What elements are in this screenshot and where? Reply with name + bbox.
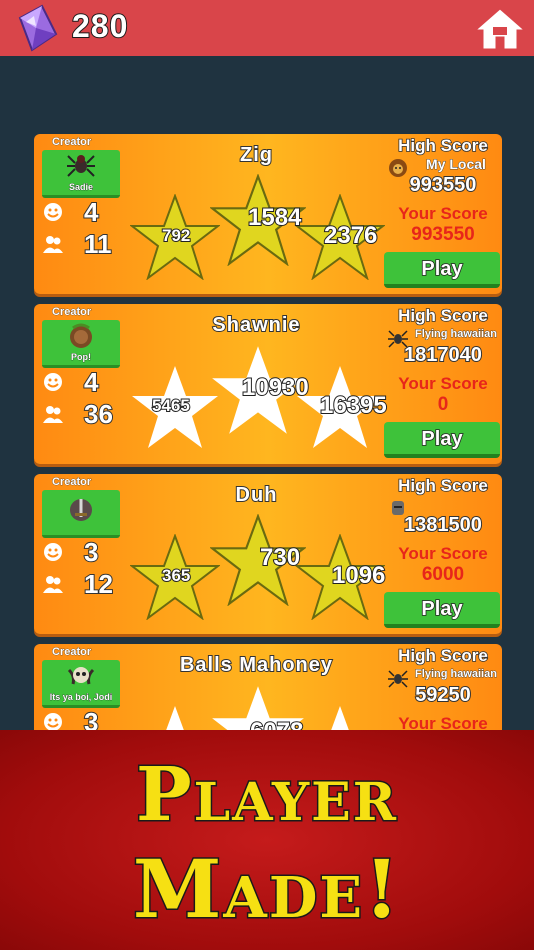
smiley-icon bbox=[44, 203, 62, 221]
coconut-avatar-icon bbox=[70, 323, 92, 348]
high-score-label: High Score bbox=[397, 475, 488, 496]
score-panel: High Score Flying hawaiian 59250 Your Sc… bbox=[384, 644, 502, 736]
plays-count: 12 bbox=[83, 568, 114, 600]
promo-banner: Player Made! bbox=[0, 730, 534, 950]
players-icon bbox=[43, 406, 63, 423]
creator-label: Creator bbox=[52, 476, 92, 489]
high-score-value: 1381500 bbox=[403, 513, 483, 537]
star-2-score: 10930 bbox=[241, 373, 310, 402]
banner-line-2: Made! bbox=[131, 841, 402, 938]
creator-avatar[interactable]: Pop! bbox=[42, 320, 120, 368]
plays-count: 36 bbox=[83, 398, 114, 430]
players-icon bbox=[43, 576, 63, 593]
star-2-score: 1584 bbox=[247, 203, 302, 232]
creator-label: Creator bbox=[52, 306, 92, 319]
gem-icon bbox=[18, 4, 58, 52]
sword-avatar-icon bbox=[70, 499, 92, 521]
smiley-icon bbox=[44, 543, 62, 561]
likes-row: 4 bbox=[42, 196, 100, 228]
star-1-score: 5465 bbox=[151, 395, 191, 416]
likes-count: 3 bbox=[83, 536, 100, 568]
high-score-label: High Score bbox=[397, 305, 488, 326]
high-score-label: High Score bbox=[397, 645, 488, 666]
your-score-label: Your Score bbox=[398, 204, 488, 223]
creator-name: Pop! bbox=[71, 352, 92, 363]
high-score-holder: Flying hawaiian bbox=[415, 328, 498, 341]
home-icon[interactable] bbox=[472, 6, 528, 52]
play-button[interactable]: Play bbox=[384, 422, 500, 458]
your-score-value: 0 bbox=[437, 394, 449, 415]
players-icon bbox=[43, 236, 63, 253]
likes-row: 4 bbox=[42, 366, 100, 398]
creator-avatar[interactable]: Sadie bbox=[42, 150, 120, 198]
high-score-value: 1817040 bbox=[403, 343, 483, 367]
gem-count: 280 bbox=[71, 7, 129, 45]
creator-label: Creator bbox=[52, 136, 92, 149]
your-score-label: Your Score bbox=[398, 544, 488, 563]
plays-row: 11 bbox=[42, 228, 112, 260]
star-2-score: 730 bbox=[259, 543, 301, 572]
plays-row: 12 bbox=[42, 568, 114, 600]
banner-line-1: Player bbox=[135, 751, 398, 840]
likes-count: 4 bbox=[83, 366, 100, 398]
score-panel: High Score Flying hawaiian 1817040 Your … bbox=[384, 304, 502, 464]
likes-row: 3 bbox=[42, 536, 100, 568]
likes-count: 4 bbox=[83, 196, 100, 228]
level-title: Zig bbox=[239, 143, 273, 167]
your-score-value: 6000 bbox=[421, 564, 465, 585]
star-thresholds: 365 730 1096 bbox=[130, 514, 386, 624]
level-card: Creator Pop! 4 36 Shawnie 5465 10930 163… bbox=[34, 304, 502, 464]
star-thresholds: 5465 10930 16395 bbox=[130, 344, 388, 454]
high-score-value: 59250 bbox=[414, 683, 472, 707]
top-bar: 280 bbox=[0, 0, 534, 56]
creator-avatar[interactable] bbox=[42, 490, 120, 538]
smiley-icon bbox=[44, 373, 62, 391]
level-card: Creator Sadie 4 11 Zig 792 1584 2376 Hig… bbox=[34, 134, 502, 294]
level-title: Shawnie bbox=[211, 313, 301, 337]
score-panel: High Score My Local 993550 Your Score 99… bbox=[384, 134, 502, 294]
star-3-score: 2376 bbox=[323, 221, 378, 250]
star-3-score: 16395 bbox=[319, 391, 388, 420]
star-thresholds: 792 1584 2376 bbox=[130, 174, 385, 284]
creator-avatar[interactable]: Its ya boi, Jodi bbox=[42, 660, 120, 708]
level-list[interactable]: Creator Sadie 4 11 Zig 792 1584 2376 Hig… bbox=[0, 56, 534, 736]
plays-row: 36 bbox=[42, 398, 114, 430]
spider-avatar-icon bbox=[67, 155, 95, 177]
high-score-holder: My Local bbox=[426, 156, 487, 172]
level-title: Balls Mahoney bbox=[179, 653, 334, 677]
creator-name: Its ya boi, Jodi bbox=[49, 692, 113, 703]
your-score-label: Your Score bbox=[398, 374, 488, 393]
level-card: Creator 3 12 Duh 365 730 1096 High Score… bbox=[34, 474, 502, 634]
high-score-value: 993550 bbox=[409, 173, 478, 197]
score-panel: High Score 1381500 Your Score 6000 Play bbox=[384, 474, 502, 634]
plays-count: 11 bbox=[83, 228, 112, 260]
creator-label: Creator bbox=[52, 646, 92, 659]
star-1-score: 792 bbox=[161, 225, 191, 246]
high-score-label: High Score bbox=[397, 135, 488, 156]
high-score-holder: Flying hawaiian bbox=[415, 668, 498, 681]
skull-avatar-icon bbox=[67, 667, 95, 685]
star-3-score: 1096 bbox=[331, 561, 386, 590]
level-title: Duh bbox=[235, 483, 278, 507]
star-thresholds: 6078 bbox=[130, 684, 385, 736]
play-button[interactable]: Play bbox=[384, 592, 500, 628]
level-card: Creator Its ya boi, Jodi 3 Balls Mahoney bbox=[34, 644, 502, 736]
creator-name: Sadie bbox=[68, 182, 94, 193]
star-1-score: 365 bbox=[161, 565, 191, 586]
play-button[interactable]: Play bbox=[384, 252, 500, 288]
your-score-value: 993550 bbox=[411, 224, 475, 245]
